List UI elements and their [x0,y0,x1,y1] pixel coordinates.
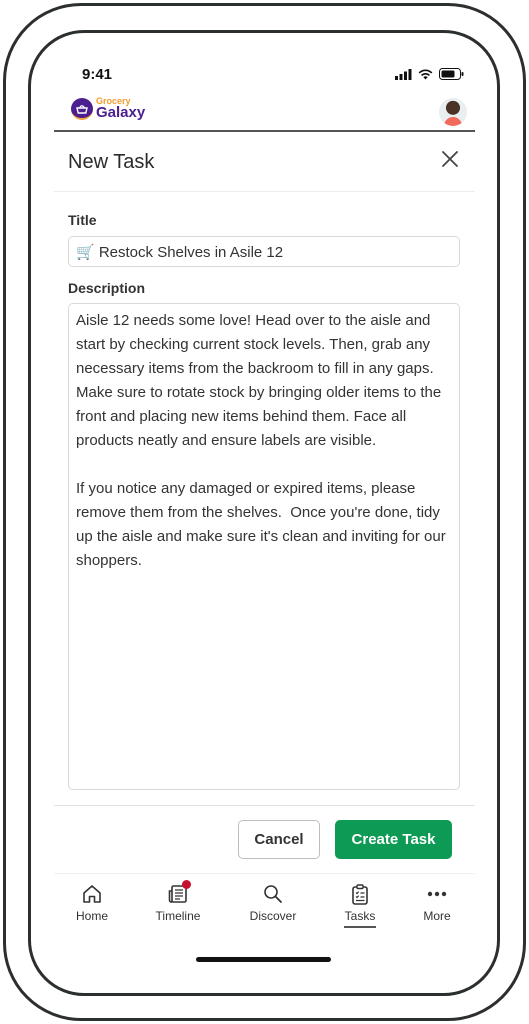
cancel-button[interactable]: Cancel [238,820,320,859]
nav-item-timeline[interactable]: Timeline [138,880,218,930]
status-time: 9:41 [82,66,113,83]
create-task-button[interactable]: Create Task [335,820,452,859]
close-button[interactable] [439,148,461,170]
nav-divider [54,873,475,874]
nav-item-discover[interactable]: Discover [233,880,313,930]
home-icon [80,882,104,906]
modal-title: New Task [68,151,155,173]
logo-text: Grocery Galaxy [96,97,146,121]
nav-item-more[interactable]: More [397,880,477,930]
close-icon [442,151,458,167]
bottom-nav: Home Timeline Discover Tasks More [54,880,475,930]
nav-label-timeline: Timeline [155,909,201,923]
timeline-icon [166,880,191,906]
status-icons [395,68,464,80]
nav-label-more: More [423,909,451,923]
status-bar: 9:41 [54,64,464,86]
more-icon [425,882,449,906]
search-icon [261,882,285,906]
notification-badge [182,880,191,889]
nav-item-tasks[interactable]: Tasks [320,880,400,930]
avatar[interactable] [439,98,467,126]
active-tab-indicator [344,926,376,928]
home-indicator[interactable] [196,957,331,962]
nav-label-home: Home [75,909,108,923]
title-label: Title [68,212,97,228]
footer-divider [54,805,475,806]
app-header: Grocery Galaxy [54,96,475,132]
modal-header: New Task [54,134,475,192]
nav-label-discover: Discover [249,909,297,923]
description-textarea[interactable]: Aisle 12 needs some love! Head over to t… [68,303,460,790]
nav-label-tasks: Tasks [344,909,376,923]
signal-icon [395,68,412,80]
wifi-icon [418,69,433,79]
title-input[interactable] [68,236,460,267]
nav-item-home[interactable]: Home [52,880,132,930]
clipboard-icon [348,882,372,906]
grocery-galaxy-logo[interactable]: Grocery Galaxy [71,97,145,120]
logo-word-galaxy: Galaxy [96,104,146,121]
description-label: Description [68,280,146,296]
battery-icon [439,68,464,80]
basket-icon [71,97,93,120]
